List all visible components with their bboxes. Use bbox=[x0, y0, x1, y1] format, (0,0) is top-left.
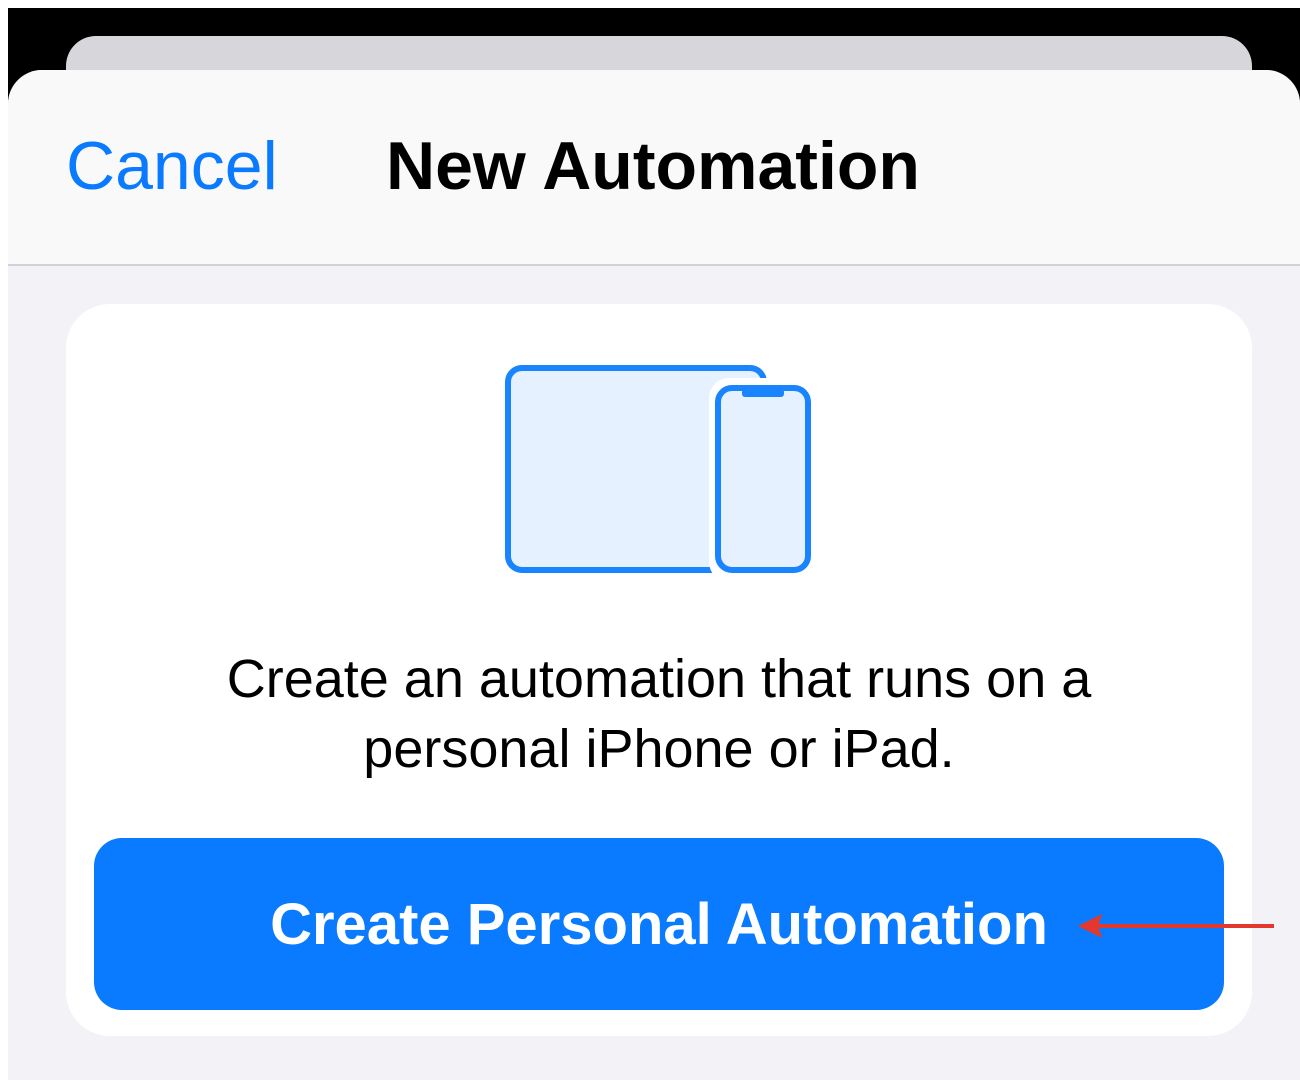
ipad-and-iphone-icon bbox=[505, 365, 814, 580]
description-line-2: personal iPhone or iPad. bbox=[363, 719, 955, 779]
iphone-notch bbox=[742, 389, 784, 397]
create-personal-automation-label: Create Personal Automation bbox=[270, 892, 1048, 957]
create-personal-automation-button[interactable]: Create Personal Automation bbox=[94, 838, 1224, 1010]
navigation-bar: Cancel New Automation bbox=[8, 70, 1300, 266]
page-title: New Automation bbox=[386, 128, 920, 204]
personal-automation-card: Create an automation that runs on a pers… bbox=[66, 304, 1252, 1036]
red-arrow-pointer-icon bbox=[1078, 914, 1274, 938]
description-line-1: Create an automation that runs on a bbox=[226, 649, 1092, 709]
cancel-button[interactable]: Cancel bbox=[66, 126, 278, 206]
description-text: Create an automation that runs on a pers… bbox=[66, 644, 1252, 784]
iphone-shape bbox=[715, 385, 811, 573]
